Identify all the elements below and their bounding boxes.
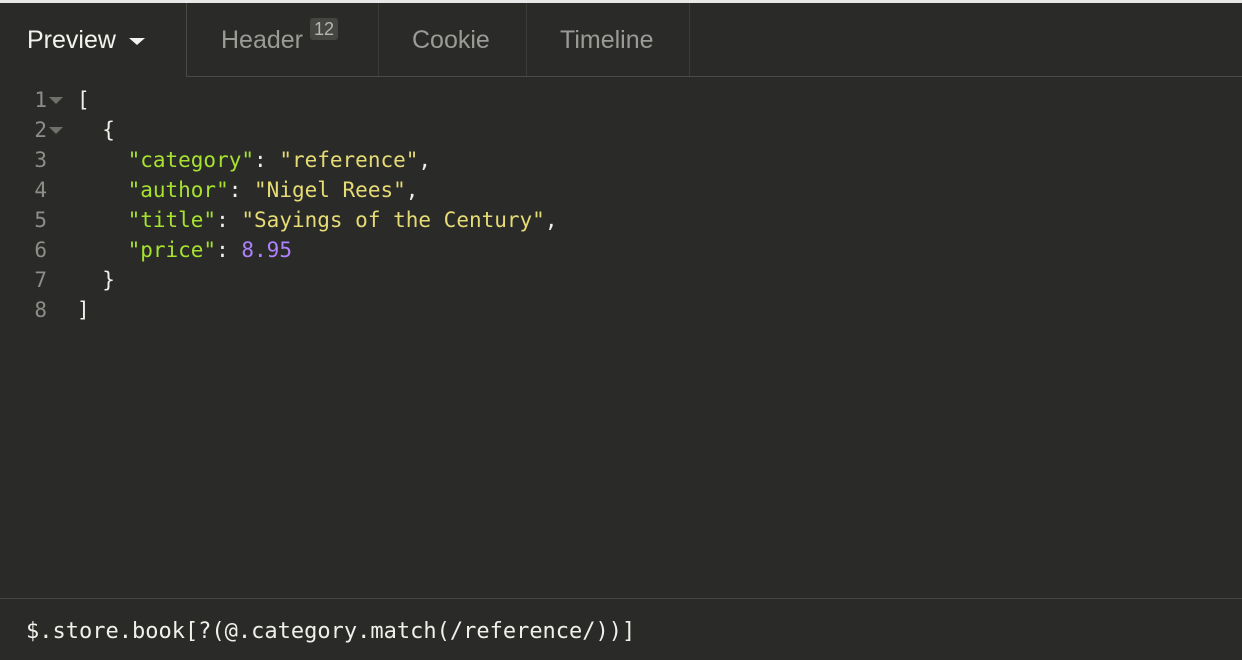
json-preview-editor[interactable]: 1 [ 2 { 3 "category": "reference", 4 "au…	[0, 85, 1242, 325]
code-line: 3 "category": "reference",	[0, 145, 1242, 175]
line-number: 4	[34, 178, 47, 202]
tab-header-label: Header	[221, 25, 303, 54]
close-brace: }	[77, 268, 115, 292]
code-line: 6 "price": 8.95	[0, 235, 1242, 265]
tab-timeline-label: Timeline	[560, 25, 654, 54]
line-number: 3	[34, 148, 47, 172]
json-number-value: 8.95	[241, 238, 292, 262]
header-count-badge: 12	[310, 18, 339, 40]
tab-divider	[526, 3, 527, 77]
caret-down-icon[interactable]	[128, 37, 145, 45]
open-bracket: [	[77, 88, 90, 112]
jsonpath-filter-input[interactable]	[26, 615, 1216, 647]
code-line: 7 }	[0, 265, 1242, 295]
tab-bar-underline	[187, 76, 1242, 77]
open-brace: {	[77, 118, 115, 142]
code-line: 1 [	[0, 85, 1242, 115]
json-key: "author"	[127, 178, 229, 202]
tab-cookie[interactable]: Cookie	[412, 3, 490, 77]
code-line: 5 "title": "Sayings of the Century",	[0, 205, 1242, 235]
json-key: "price"	[127, 238, 217, 262]
code-text: ]	[77, 295, 90, 325]
json-string-value: "Nigel Rees"	[254, 178, 406, 202]
tab-divider	[689, 3, 690, 77]
tab-cookie-label: Cookie	[412, 25, 490, 54]
json-string-value: "reference"	[279, 148, 419, 172]
jsonpath-filter-bar	[0, 598, 1242, 660]
json-key: "title"	[127, 208, 217, 232]
tab-divider	[378, 3, 379, 77]
code-text: }	[77, 265, 115, 295]
code-line: 2 {	[0, 115, 1242, 145]
code-text: "title": "Sayings of the Century",	[127, 208, 558, 232]
tab-header[interactable]: Header 12	[221, 3, 339, 77]
tab-preview-label: Preview	[27, 25, 116, 54]
line-number: 5	[34, 208, 47, 232]
line-number: 2	[34, 118, 47, 142]
line-number: 1	[34, 88, 47, 112]
fold-arrow-icon[interactable]	[49, 127, 63, 134]
tab-preview[interactable]: Preview	[0, 3, 187, 77]
code-line: 8 ]	[0, 295, 1242, 325]
fold-arrow-icon[interactable]	[49, 97, 63, 104]
json-string-value: "Sayings of the Century"	[241, 208, 545, 232]
code-text: "category": "reference",	[127, 148, 432, 172]
code-text: {	[77, 115, 115, 145]
code-line: 4 "author": "Nigel Rees",	[0, 175, 1242, 205]
line-number: 7	[34, 268, 47, 292]
tab-timeline[interactable]: Timeline	[560, 3, 654, 77]
json-key: "category"	[127, 148, 255, 172]
code-text: "price": 8.95	[127, 238, 292, 262]
line-number: 8	[34, 298, 47, 322]
code-text: "author": "Nigel Rees",	[127, 178, 419, 202]
line-number: 6	[34, 238, 47, 262]
close-bracket: ]	[77, 298, 90, 322]
code-text: [	[77, 85, 90, 115]
